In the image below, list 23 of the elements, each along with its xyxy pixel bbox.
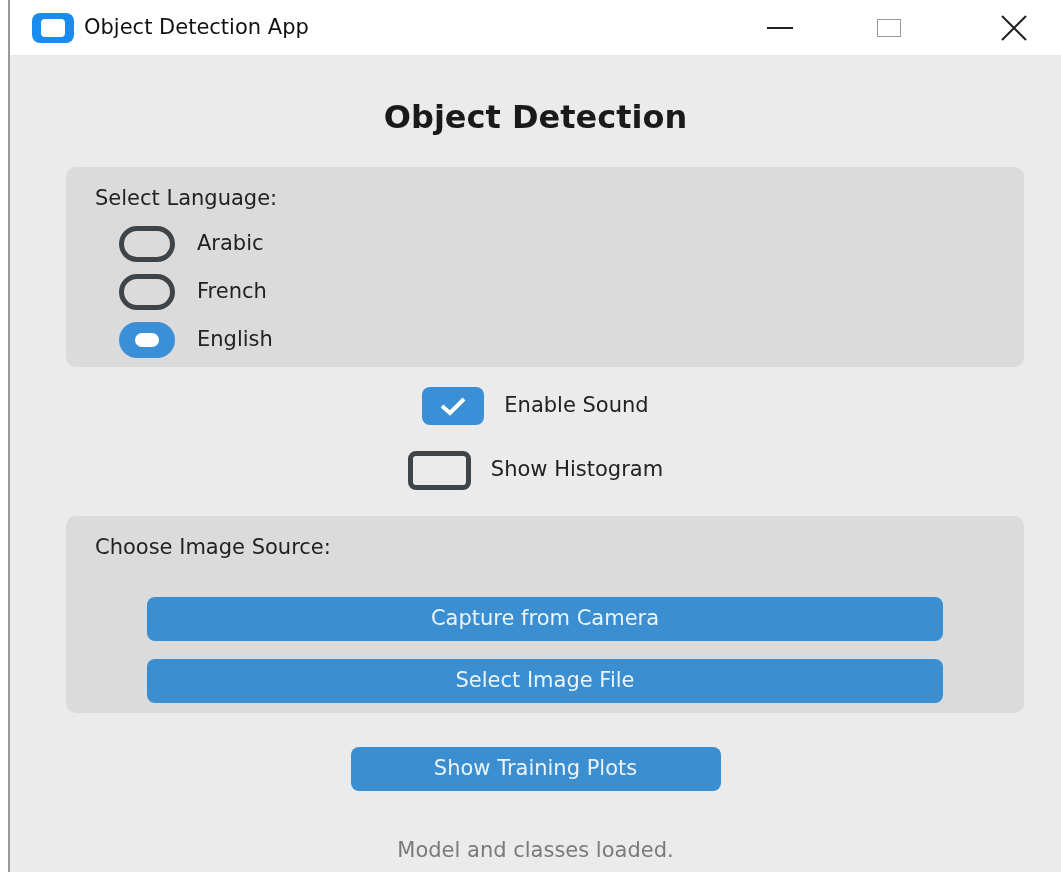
training-plots-button[interactable]: Show Training Plots bbox=[350, 747, 721, 791]
language-label: Select Language: bbox=[95, 185, 279, 212]
radio-button[interactable] bbox=[119, 226, 175, 262]
checkbox-label: Enable Sound bbox=[504, 391, 649, 419]
checkbox[interactable] bbox=[422, 386, 485, 425]
status-text: Model and classes loaded. bbox=[397, 837, 674, 864]
minimize-icon[interactable] bbox=[767, 26, 793, 29]
checkbox-label: Show Histogram bbox=[490, 456, 664, 484]
app-heading: Object Detection bbox=[383, 97, 688, 138]
window-title: Object Detection App bbox=[84, 13, 309, 41]
radio-label: Arabic bbox=[197, 230, 264, 258]
radio-label: French bbox=[197, 278, 267, 306]
source-button[interactable]: Select Image File bbox=[147, 659, 943, 703]
maximize-icon[interactable] bbox=[877, 18, 901, 37]
radio-label: English bbox=[197, 326, 273, 354]
radio-button[interactable] bbox=[119, 322, 175, 358]
source-button[interactable]: Capture from Camera bbox=[147, 597, 943, 641]
app-icon bbox=[32, 12, 74, 43]
checkbox[interactable] bbox=[407, 450, 471, 490]
check-icon bbox=[439, 395, 468, 416]
close-icon[interactable] bbox=[1001, 14, 1027, 41]
source-label: Choose Image Source: bbox=[95, 533, 332, 561]
radio-button[interactable] bbox=[119, 274, 175, 310]
